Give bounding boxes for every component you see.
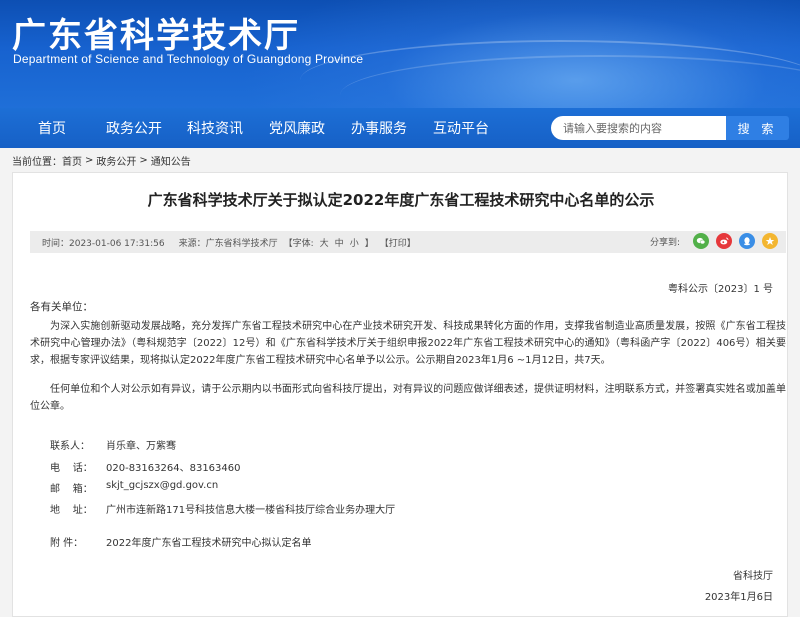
main-nav: 首页 政务公开 科技资讯 党风廉政 办事服务 互动平台 搜 索 [0,108,800,148]
nav-item-tech-news[interactable]: 科技资讯 [187,108,243,148]
font-size-large-button[interactable]: 大 [320,236,329,249]
site-subtitle: Department of Science and Technology of … [13,52,364,66]
attachment: 附 件： 2022年度广东省工程技术研究中心拟认定名单 [50,534,311,549]
contact-value: skjt_gcjszx@gd.gov.cn [106,480,219,491]
header-banner: 广东省科学技术厅 Department of Science and Techn… [0,0,800,108]
font-size-medium-button[interactable]: 中 [335,236,344,249]
font-size-prefix: 【字体: [283,238,314,249]
search-input[interactable] [551,116,726,140]
contact-phone: 电 话： 020-83163264、83163460 [50,459,241,474]
contact-label: 电 话： [50,463,93,474]
weibo-icon[interactable] [716,233,732,249]
salutation: 各有关单位： [30,301,93,313]
contact-value: 广州市连新路171号科技信息大楼一楼省科技厅综合业务办理大厅 [106,505,396,516]
site-title[interactable]: 广东省科学技术厅 [12,8,300,57]
body-paragraph: 为深入实施创新驱动发展战略，充分发挥广东省工程技术研究中心在产业技术研究开发、科… [30,321,786,366]
breadcrumb: 当前位置： 首页 > 政务公开 > 通知公告 [0,148,800,172]
document-number: 粤科公示〔2023〕1 号 [668,284,773,295]
wechat-icon[interactable] [693,233,709,249]
nav-item-home[interactable]: 首页 [38,108,66,148]
contact-label: 邮 箱： [50,484,93,495]
contact-email: 邮 箱： skjt_gcjszx@gd.gov.cn [50,480,218,495]
print-button[interactable]: 【打印】 [380,236,416,249]
font-size-small-button[interactable]: 小 [350,236,359,249]
attachment-label: 附 件： [50,538,84,549]
contact-address: 地 址： 广州市连新路171号科技信息大楼一楼省科技厅综合业务办理大厅 [50,501,395,516]
search-box: 搜 索 [551,116,789,140]
breadcrumb-home[interactable]: 首页 [62,153,82,168]
breadcrumb-separator: > [139,154,148,166]
share-label: 分享到: [649,237,680,248]
contact-value: 肖乐章、万紫骞 [106,441,176,452]
article-meta-bar: 时间：2023-01-06 17:31:56 来源：广东省科学技术厅 【字体: … [30,231,786,253]
breadcrumb-notices[interactable]: 通知公告 [151,153,191,168]
nav-item-services[interactable]: 办事服务 [351,108,407,148]
nav-item-interaction[interactable]: 互动平台 [433,108,489,148]
article: 广东省科学技术厅关于拟认定2022年度广东省工程技术研究中心名单的公示 时间：2… [12,172,788,617]
font-size-controls: 【字体: 大 中 小 】 [284,236,380,249]
qq-icon[interactable] [739,233,755,249]
contact-label: 地 址： [50,505,93,516]
signature-date: 2023年1月6日 [704,592,773,603]
breadcrumb-label: 当前位置： [12,156,62,168]
font-size-suffix: 】 [364,238,374,249]
publish-time: 时间：2023-01-06 17:31:56 [42,238,165,249]
body-paragraph: 任何单位和个人对公示如有异议，请于公示期内以书面形式向省科技厅提出，对有异议的问… [30,384,786,412]
share-bar: 分享到: [650,233,778,249]
contact-person: 联系人： 肖乐章、万紫骞 [50,437,176,452]
breadcrumb-separator: > [85,154,94,166]
contact-value: 020-83163264、83163460 [106,463,241,474]
attachment-link[interactable]: 2022年度广东省工程技术研究中心拟认定名单 [106,534,311,549]
signature-org: 省科技厅 [733,571,773,582]
article-title: 广东省科学技术厅关于拟认定2022年度广东省工程技术研究中心名单的公示 [147,191,655,209]
nav-item-party-integrity[interactable]: 党风廉政 [269,108,325,148]
breadcrumb-gov-affairs[interactable]: 政务公开 [96,153,136,168]
search-button[interactable]: 搜 索 [726,116,789,140]
article-source: 来源：广东省科学技术厅 [178,238,278,249]
qzone-icon[interactable] [762,233,778,249]
nav-item-gov-affairs[interactable]: 政务公开 [106,108,162,148]
contact-label: 联系人： [50,441,90,452]
